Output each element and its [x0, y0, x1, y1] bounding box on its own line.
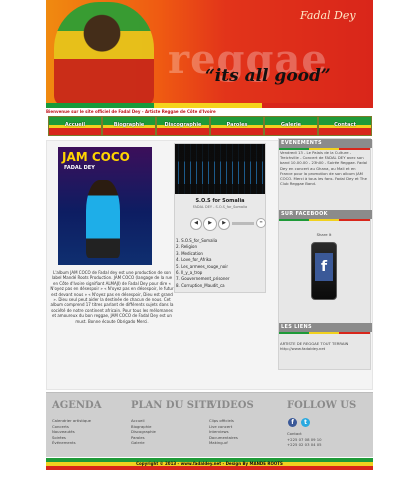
scrolling-marquee: Bienvenue sur le site officiel de Fadal …: [46, 109, 216, 114]
album-cover-title: JAM COCO: [62, 150, 130, 164]
album-description: L'album JAM COCO de Fadal dey est une pr…: [50, 270, 174, 324]
facebook-widget-title: Share It: [316, 232, 332, 237]
footer-plan-heading: PLAN DU SITE: [131, 400, 214, 411]
facebook-icon[interactable]: f: [315, 253, 333, 281]
banner-color-stripe: [46, 103, 373, 108]
footer-link[interactable]: Galerie: [131, 440, 201, 446]
footer-plan-list: Accueil Biographie Discographie Paroles …: [131, 418, 201, 446]
menu-icon[interactable]: ≡: [256, 218, 266, 228]
artist-photo: [54, 2, 154, 106]
prev-track-icon[interactable]: ◀: [190, 218, 202, 230]
volume-slider[interactable]: [232, 222, 254, 225]
album-cover-artist: FADAL DEY: [64, 165, 95, 171]
events-text: Vendredi 13 - Le Palais de la Culture - …: [280, 150, 368, 187]
events-heading: EVENEMENTS: [279, 139, 372, 150]
playlist: 1. S.O.S_for_Somalia 2. Religion 3. Medi…: [176, 238, 264, 289]
footer-agenda-list: Calendrier artistique Concerts Nouveauté…: [52, 418, 122, 446]
next-track-icon[interactable]: ▶: [218, 218, 230, 230]
twitter-icon[interactable]: t: [301, 418, 310, 427]
track-title: S.O.S for Somalia: [195, 198, 245, 204]
playlist-item[interactable]: 8. Corruption_Maudit_ca: [176, 283, 264, 289]
banner-slogan: “its all good”: [205, 66, 331, 86]
footer-videos-list: Clips officiels Live concert Interviews …: [209, 418, 279, 446]
footer-follow-list: Contact +225 07 08 09 10 +225 02 03 04 0…: [287, 431, 357, 448]
copyright-text: Copyright © 2013 - www.fadaldey.net - De…: [136, 461, 283, 466]
nav-item-discographie[interactable]: Discographie: [156, 116, 210, 136]
album-cover-figure: [86, 180, 120, 258]
nav-item-biographie[interactable]: Biographie: [102, 116, 156, 136]
visualizer-overlay: [175, 144, 265, 194]
footer-phone: +225 02 03 04 05: [287, 442, 322, 448]
play-icon[interactable]: ▶: [203, 217, 217, 231]
nav-item-accueil[interactable]: Accueil: [48, 116, 102, 136]
footer-videos-heading: VIDEOS: [209, 400, 254, 411]
footer-follow-heading: FOLLOW US: [287, 400, 357, 411]
main-nav: Accueil Biographie Discographie Paroles …: [46, 116, 373, 136]
nav-item-contact[interactable]: Contact: [318, 116, 372, 136]
links-text[interactable]: ARTISTE DE REGGAE TOUT TERRAIN http://ww…: [280, 341, 368, 351]
facebook-heading: SUR FACEBOOK: [279, 210, 372, 221]
links-heading: LES LIENS: [279, 323, 372, 334]
brand-logo[interactable]: Fadal Dey: [300, 9, 356, 22]
footer-agenda-heading: AGENDA: [52, 400, 102, 411]
track-subtitle: FADAL DEY - S.O.S_for_Somalia: [192, 205, 248, 209]
footer-link[interactable]: Making-of: [209, 440, 279, 446]
footer-link[interactable]: Événements: [52, 440, 122, 446]
facebook-icon[interactable]: f: [288, 418, 297, 427]
nav-item-galerie[interactable]: Galerie: [264, 116, 318, 136]
nav-item-paroles[interactable]: Paroles: [210, 116, 264, 136]
